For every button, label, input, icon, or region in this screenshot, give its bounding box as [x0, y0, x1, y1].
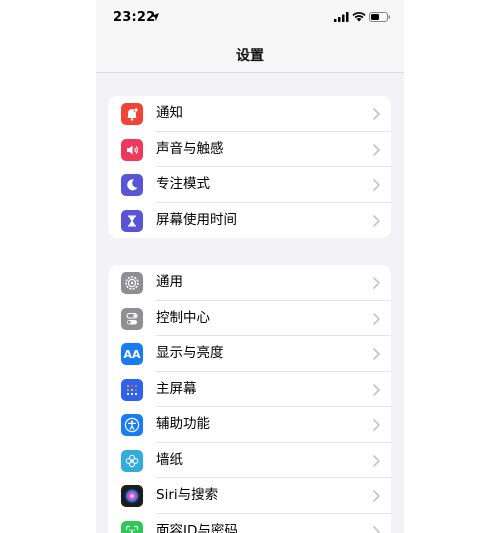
settings-row-label: 通用: [156, 274, 183, 290]
settings-row-label: 面容ID与密码: [156, 522, 238, 533]
settings-row-face-id[interactable]: 面容ID与密码: [108, 514, 391, 533]
chevron-right-icon: [373, 348, 380, 360]
toggle-icon: [121, 307, 143, 330]
chevron-right-icon: [373, 312, 380, 325]
settings-row-home-screen[interactable]: 主屏幕: [108, 372, 391, 407]
settings-row-notifications[interactable]: 通知: [108, 96, 391, 132]
settings-row-wallpaper[interactable]: 墙纸: [108, 443, 391, 478]
settings-row-general[interactable]: 通用: [108, 265, 391, 301]
text-size-icon: AA: [121, 343, 143, 365]
sound-icon: [121, 138, 143, 161]
settings-row-label: 控制中心: [156, 309, 210, 326]
hourglass-icon: [121, 209, 143, 232]
settings-row-screen-time[interactable]: 屏幕使用时间: [108, 203, 391, 239]
chevron-right-icon: [373, 419, 380, 431]
settings-group-2: 通用 控制中心 AA 显示与亮度 主屏幕 辅助功能 墙纸 Siri与搜索 面容I…: [108, 265, 391, 533]
chevron-right-icon: [373, 143, 380, 156]
chevron-right-icon: [373, 277, 380, 289]
settings-row-control-center[interactable]: 控制中心: [108, 301, 391, 336]
settings-row-focus[interactable]: 专注模式: [108, 167, 391, 203]
chevron-right-icon: [373, 454, 380, 467]
battery-icon: [369, 12, 391, 22]
chevron-right-icon: [373, 179, 380, 191]
settings-screen: 23:22 设置 通知 声音与触感 专注模式 屏幕使用时间 通用 控制中心 AA…: [96, 0, 404, 533]
home-screen-icon: [121, 378, 143, 401]
chevron-right-icon: [373, 108, 380, 120]
settings-row-label: 主屏幕: [156, 380, 197, 397]
settings-group-1: 通知 声音与触感 专注模式 屏幕使用时间: [108, 96, 391, 238]
chevron-right-icon: [373, 383, 380, 396]
nav-bar: 23:22 设置: [96, 0, 404, 73]
accessibility-icon: [121, 414, 143, 436]
settings-row-label: Siri与搜索: [156, 487, 219, 503]
page-title: 设置: [236, 48, 264, 64]
settings-row-display-brightness[interactable]: AA 显示与亮度: [108, 336, 391, 372]
moon-icon: [121, 174, 143, 196]
settings-row-label: 辅助功能: [156, 416, 210, 432]
settings-row-label: 专注模式: [156, 176, 210, 192]
chevron-right-icon: [373, 525, 380, 533]
wifi-icon: [352, 12, 366, 22]
settings-row-sounds[interactable]: 声音与触感: [108, 132, 391, 167]
face-id-icon: [121, 520, 143, 533]
settings-row-label: 屏幕使用时间: [156, 211, 237, 228]
chevron-right-icon: [373, 214, 380, 227]
siri-icon: [121, 485, 143, 507]
gear-icon: [121, 272, 143, 294]
chevron-right-icon: [373, 490, 380, 502]
settings-row-label: 声音与触感: [156, 140, 224, 157]
settings-row-siri-search[interactable]: Siri与搜索: [108, 478, 391, 514]
text-size-glyph: AA: [123, 347, 141, 361]
settings-row-accessibility[interactable]: 辅助功能: [108, 407, 391, 443]
location-arrow-icon: [151, 13, 159, 21]
wallpaper-icon: [121, 449, 143, 472]
status-time: 23:22: [113, 10, 156, 25]
notification-icon: [121, 103, 143, 125]
cellular-signal-icon: [334, 12, 349, 22]
settings-row-label: 通知: [156, 105, 183, 121]
settings-row-label: 墙纸: [156, 451, 183, 468]
settings-row-label: 显示与亮度: [156, 345, 224, 361]
